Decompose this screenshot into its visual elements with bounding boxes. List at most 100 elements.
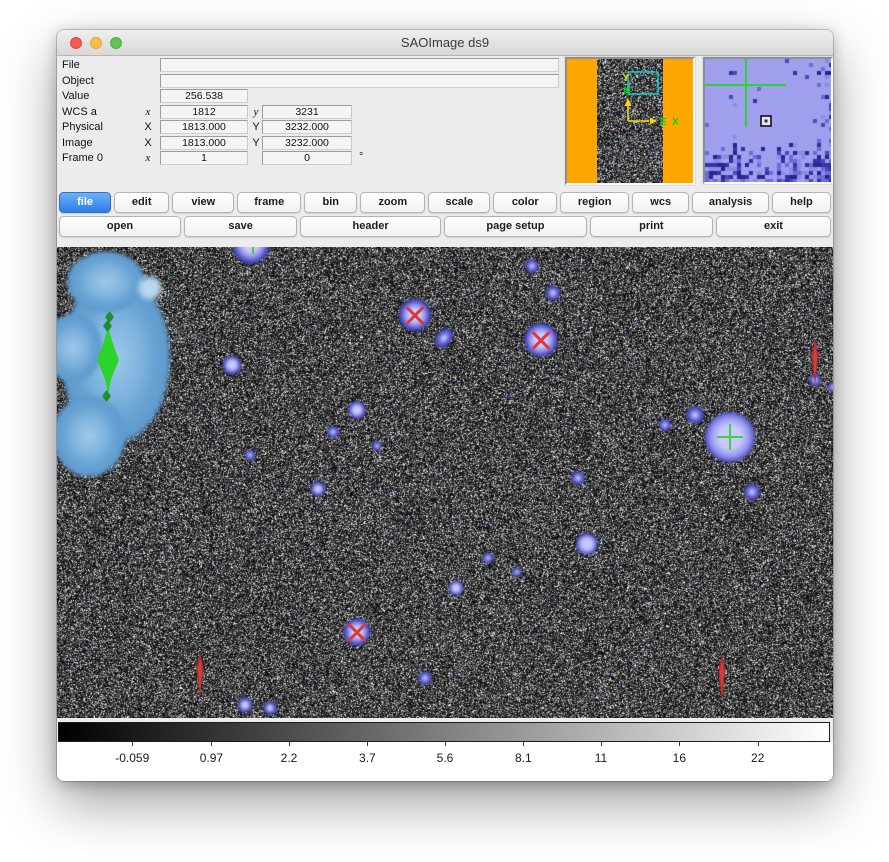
colorbar[interactable] xyxy=(58,722,830,742)
star-source xyxy=(370,439,384,453)
menu-button-wcs[interactable]: wcs xyxy=(632,192,689,213)
star-source xyxy=(740,480,764,504)
menu-bar: fileeditviewframebinzoomscalecolorregion… xyxy=(59,192,831,213)
colorbar-tick-label: 5.6 xyxy=(437,751,454,765)
colorbar-tick xyxy=(211,742,212,746)
red-x-marker[interactable] xyxy=(403,303,427,327)
info-field-file[interactable] xyxy=(160,58,559,72)
star-source xyxy=(242,447,258,463)
info-row: Object xyxy=(57,74,567,88)
menu-button-frame[interactable]: frame xyxy=(237,192,301,213)
command-button-open[interactable]: open xyxy=(59,216,181,237)
compass-y-label: Y xyxy=(623,73,630,84)
info-sublabel: y xyxy=(250,106,262,118)
colorbar-tick-label: 16 xyxy=(673,751,686,765)
star-source xyxy=(656,416,674,434)
colorbar-tick xyxy=(367,742,368,746)
command-button-page-setup[interactable]: page setup xyxy=(444,216,587,237)
colorbar-scale: -0.0590.972.23.75.68.1111622 xyxy=(57,742,833,781)
info-sublabel: Y xyxy=(250,137,262,149)
colorbar-tick-label: -0.059 xyxy=(115,751,149,765)
colorbar-tick-label: 22 xyxy=(751,751,764,765)
red-arrow-marker[interactable] xyxy=(809,339,821,390)
info-sublabel: x xyxy=(141,106,155,118)
image-display[interactable] xyxy=(57,247,833,718)
info-sublabel: x xyxy=(141,152,155,164)
colorbar-tick-label: 0.97 xyxy=(200,751,223,765)
magnifier-panel[interactable] xyxy=(703,57,833,184)
degree-symbol: ° xyxy=(359,151,363,163)
panner-view-rect[interactable] xyxy=(628,72,658,94)
info-row: Frame 0 x10 ° xyxy=(57,151,567,165)
compass-n-label: N xyxy=(623,86,630,97)
info-sublabel: Y xyxy=(250,121,262,133)
info-field-frame-0[interactable]: 1 xyxy=(160,151,248,165)
star-source xyxy=(571,528,603,560)
colorbar-tick-label: 2.2 xyxy=(281,751,298,765)
magnifier-overlay xyxy=(705,59,831,182)
red-arrow-marker[interactable] xyxy=(716,654,728,705)
command-button-header[interactable]: header xyxy=(300,216,441,237)
info-row: PhysicalX1813.000Y3232.000 xyxy=(57,120,567,134)
menu-button-analysis[interactable]: analysis xyxy=(692,192,769,213)
command-button-save[interactable]: save xyxy=(184,216,297,237)
star-source xyxy=(260,698,280,718)
star-source xyxy=(568,468,588,488)
colorbar-tick-label: 11 xyxy=(595,751,607,765)
info-field-value[interactable]: 256.538 xyxy=(160,89,248,103)
red-x-marker[interactable] xyxy=(529,328,553,352)
info-sublabel: X xyxy=(141,137,155,149)
titlebar[interactable]: SAOImage ds9 xyxy=(57,30,833,56)
star-source xyxy=(415,668,435,688)
colorbar-tick-label: 8.1 xyxy=(515,751,532,765)
info-panel: FileObjectValue256.538WCS ax1812y3231Phy… xyxy=(57,58,567,170)
menu-button-bin[interactable]: bin xyxy=(304,192,357,213)
command-button-print[interactable]: print xyxy=(590,216,713,237)
ds9-window: SAOImage ds9 FileObjectValue256.538WCS a… xyxy=(57,30,833,781)
star-source xyxy=(480,550,496,566)
star-source xyxy=(307,478,329,500)
info-field-image-y[interactable]: 3232.000 xyxy=(262,136,352,150)
command-button-exit[interactable]: exit xyxy=(716,216,831,237)
menu-button-zoom[interactable]: zoom xyxy=(360,192,425,213)
info-field-image[interactable]: 1813.000 xyxy=(160,136,248,150)
star-source xyxy=(324,423,342,441)
info-label: File xyxy=(62,59,80,71)
info-label: Frame 0 xyxy=(62,152,103,164)
menu-button-color[interactable]: color xyxy=(493,192,557,213)
file-command-bar: opensaveheaderpage setupprintexit xyxy=(59,216,831,237)
info-row: File xyxy=(57,58,567,72)
info-field-wcs-a-y[interactable]: 3231 xyxy=(262,105,352,119)
menu-button-scale[interactable]: scale xyxy=(428,192,490,213)
star-source xyxy=(510,565,524,579)
colorbar-tick xyxy=(132,742,133,746)
compass-e-label: E xyxy=(660,117,667,128)
info-field-physical-y[interactable]: 3232.000 xyxy=(262,120,352,134)
magnifier-image xyxy=(705,59,831,182)
info-row: Value 256.538 xyxy=(57,89,567,103)
red-x-marker[interactable] xyxy=(345,620,369,644)
info-sublabel: X xyxy=(141,121,155,133)
saturated-star-halo xyxy=(136,274,164,302)
info-field-physical[interactable]: 1813.000 xyxy=(160,120,248,134)
green-cross-marker[interactable] xyxy=(717,424,743,450)
panner-panel[interactable]: Y N E X xyxy=(565,57,695,185)
star-source xyxy=(234,694,256,716)
star-source xyxy=(522,256,542,276)
colorbar-tick xyxy=(601,742,602,746)
info-field-wcs-a[interactable]: 1812 xyxy=(160,105,248,119)
star-source xyxy=(682,402,708,428)
info-label: Object xyxy=(62,75,94,87)
info-row: WCS ax1812y3231 xyxy=(57,105,567,119)
green-cross-marker[interactable] xyxy=(241,247,265,254)
info-field-frame-0-y[interactable]: 0 xyxy=(262,151,352,165)
menu-button-file[interactable]: file xyxy=(59,192,111,213)
menu-button-view[interactable]: view xyxy=(172,192,234,213)
panner-image: Y N E X xyxy=(567,59,693,183)
info-label: Value xyxy=(62,90,89,102)
info-field-object[interactable] xyxy=(160,74,559,88)
red-arrow-marker[interactable] xyxy=(194,652,206,703)
menu-button-help[interactable]: help xyxy=(772,192,831,213)
menu-button-region[interactable]: region xyxy=(560,192,629,213)
menu-button-edit[interactable]: edit xyxy=(114,192,169,213)
